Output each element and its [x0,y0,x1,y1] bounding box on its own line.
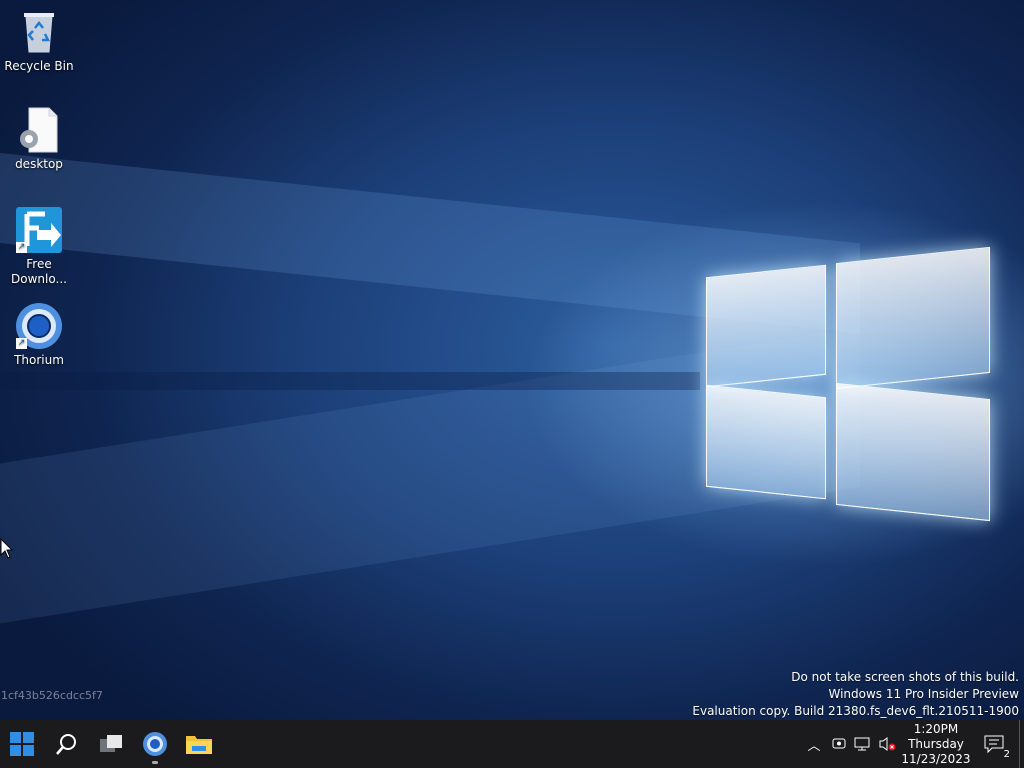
desktop-icon-free-download-manager[interactable]: ↗ Free Downlo... [1,206,77,287]
show-hidden-icons-button[interactable]: ︿ [804,720,824,768]
notification-count-badge: 2 [1001,749,1012,760]
watermark-line: Windows 11 Pro Insider Preview [828,687,1019,701]
logo-pane [836,246,990,390]
network-button[interactable] [852,720,874,768]
meet-now-icon [832,738,846,749]
task-view-button[interactable] [89,720,133,768]
windows-logo-wallpaper [706,246,990,527]
logo-pane [836,382,990,522]
free-download-manager-icon: ↗ [15,206,63,254]
build-hash-text: 1cf43b526cdcc5f7 [1,689,103,702]
desktop-icon-label: Free Downlo... [11,257,67,286]
taskbar-app-file-explorer[interactable] [177,720,221,768]
evaluation-watermark: Do not take screen shots of this build. … [692,669,1019,720]
logo-pane [706,384,826,500]
thorium-browser-icon [143,732,167,756]
start-icon [10,732,34,756]
thorium-browser-icon: ↗ [15,302,63,350]
recycle-bin-icon [15,8,63,56]
volume-button[interactable] [876,720,898,768]
taskbar-app-thorium[interactable] [133,720,177,768]
wallpaper-shadow-band [0,372,700,390]
task-view-icon [100,735,122,752]
chevron-up-icon: ︿ [807,738,821,754]
clock-day: Thursday [908,737,964,751]
shortcut-arrow-icon: ↗ [16,338,27,349]
running-indicator [152,761,158,764]
start-button[interactable] [0,720,44,768]
file-explorer-icon [186,736,212,754]
desktop-icon-label: Recycle Bin [4,59,74,73]
volume-muted-icon [879,737,896,751]
show-desktop-button[interactable] [1019,720,1024,768]
watermark-line: Evaluation copy. Build 21380.fs_dev6_flt… [692,704,1019,718]
logo-pane [706,264,826,388]
search-icon [56,734,76,755]
search-button[interactable] [45,720,89,768]
settings-file-icon [15,106,63,154]
desktop-icon-desktop-file[interactable]: desktop [1,106,77,172]
network-icon [854,737,870,751]
desktop-icon-recycle-bin[interactable]: Recycle Bin [1,8,77,74]
taskbar-clock[interactable]: 1:20PM Thursday 11/23/2023 [900,722,972,767]
shortcut-arrow-icon: ↗ [16,242,27,253]
desktop-icon-label: desktop [15,157,63,171]
desktop-icon-label: Thorium [14,353,64,367]
clock-time: 1:20PM [913,722,959,736]
meet-now-button[interactable] [828,720,850,768]
clock-date: 11/23/2023 [901,752,971,766]
action-center-button[interactable]: 2 [972,720,1016,768]
taskbar: ︿ 1:20PM Thursday 11/23/2023 2 [0,720,1024,768]
desktop-background[interactable]: Recycle Bin desktop ↗ Free Downlo... ↗ T… [0,0,1024,720]
watermark-line: Do not take screen shots of this build. [791,670,1019,684]
desktop-icon-thorium[interactable]: ↗ Thorium [1,302,77,368]
